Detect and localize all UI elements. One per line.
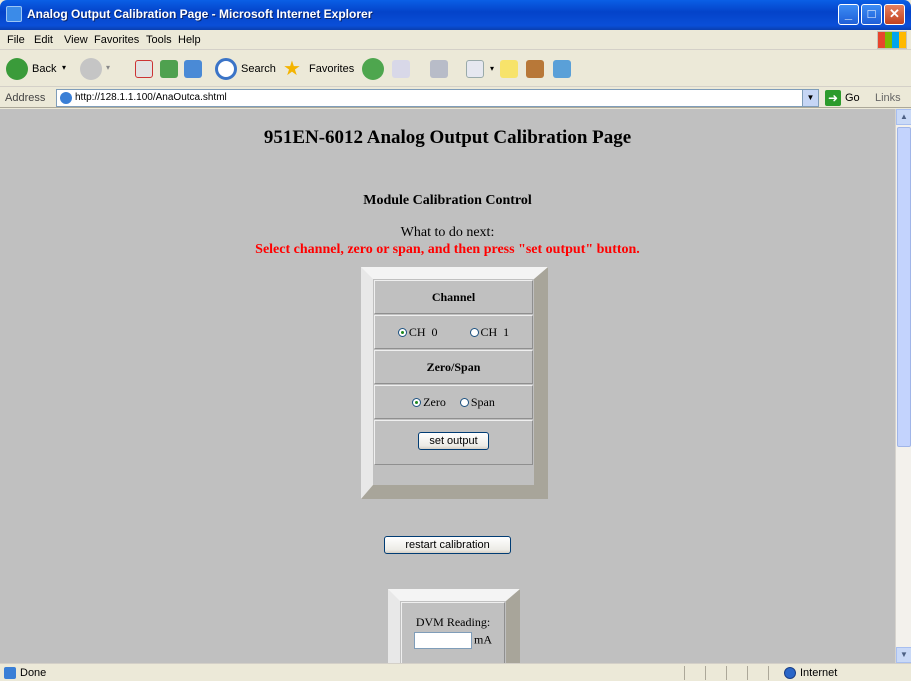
- discuss-icon[interactable]: [500, 60, 518, 78]
- search-label: Search: [241, 63, 276, 75]
- back-arrow-icon: [6, 58, 28, 80]
- zerospan-header: Zero/Span: [374, 350, 533, 384]
- menu-favorites[interactable]: Favorites: [94, 34, 139, 46]
- zero-option[interactable]: Zero: [412, 395, 446, 409]
- windows-logo-icon: [877, 31, 907, 49]
- status-bar: Done Internet: [0, 663, 911, 681]
- status-text: Done: [20, 667, 47, 679]
- address-label: Address: [5, 92, 46, 104]
- favorites-star-icon: ★: [283, 58, 301, 80]
- back-dropdown-icon[interactable]: ▾: [62, 63, 66, 72]
- security-zone: Internet: [800, 667, 838, 679]
- favorites-button[interactable]: ★ Favorites: [283, 58, 363, 80]
- refresh-icon[interactable]: [160, 60, 178, 78]
- next-step-label: What to do next:: [400, 225, 495, 240]
- ch0-label: CH 0: [408, 325, 438, 339]
- channel-header: Channel: [374, 280, 533, 314]
- dvm-reading-input[interactable]: [414, 632, 472, 649]
- address-dropdown-icon[interactable]: ▼: [802, 90, 818, 106]
- scroll-up-icon[interactable]: ▲: [896, 109, 911, 125]
- instruction-text: Select channel, zero or span, and then p…: [255, 242, 640, 257]
- print-icon[interactable]: [430, 60, 448, 78]
- window-title: Analog Output Calibration Page - Microso…: [27, 7, 373, 21]
- dvm-panel: DVM Reading: mA: [388, 589, 520, 663]
- maximize-button[interactable]: □: [861, 4, 882, 25]
- ch1-option[interactable]: CH 1: [469, 325, 510, 339]
- forward-arrow-icon: [80, 58, 102, 80]
- forward-dropdown-icon: ▾: [106, 63, 111, 72]
- section-title: Module Calibration Control: [363, 193, 532, 208]
- status-divider: [747, 666, 748, 680]
- minimize-button[interactable]: _: [838, 4, 859, 25]
- dvm-label: DVM Reading:: [415, 615, 491, 629]
- restart-calibration-button[interactable]: restart calibration: [384, 536, 511, 554]
- research-icon[interactable]: [526, 60, 544, 78]
- mail-icon[interactable]: [392, 60, 410, 78]
- toolbar: Back ▾ ▾ Search ★ Favorites ▾: [0, 51, 911, 87]
- search-button[interactable]: Search: [215, 58, 277, 80]
- zerospan-options: Zero Span: [374, 385, 533, 419]
- back-button[interactable]: Back ▾: [6, 58, 68, 80]
- span-label: Span: [470, 395, 495, 409]
- stop-icon[interactable]: [135, 60, 153, 78]
- favorites-label: Favorites: [309, 63, 355, 75]
- vertical-scrollbar[interactable]: ▲ ▼: [895, 109, 911, 663]
- ch1-radio[interactable]: [469, 328, 479, 337]
- channel-options: CH 0 CH 1: [374, 315, 533, 349]
- restart-row: restart calibration: [0, 536, 895, 554]
- status-divider: [768, 666, 769, 680]
- go-arrow-icon[interactable]: ➜: [825, 90, 841, 106]
- address-url: http://128.1.1.100/AnaOutca.shtml: [75, 92, 227, 103]
- menu-edit[interactable]: Edit: [34, 34, 53, 46]
- set-output-cell: set output: [374, 420, 533, 465]
- calibration-panel: Channel CH 0 CH 1 Zero/Span Zero Span se…: [361, 267, 548, 499]
- close-button[interactable]: ✕: [884, 4, 905, 25]
- set-output-button[interactable]: set output: [418, 432, 489, 450]
- history-icon[interactable]: [362, 58, 384, 80]
- calibration-table: Channel CH 0 CH 1 Zero/Span Zero Span se…: [374, 280, 533, 484]
- dvm-cell: DVM Reading: mA: [401, 602, 505, 663]
- zero-label: Zero: [423, 395, 446, 409]
- status-divider: [726, 666, 727, 680]
- go-button[interactable]: Go: [845, 92, 860, 104]
- menu-view[interactable]: View: [64, 34, 88, 46]
- span-radio[interactable]: [459, 398, 469, 407]
- messenger-icon[interactable]: [553, 60, 571, 78]
- status-divider: [684, 666, 685, 680]
- menu-help[interactable]: Help: [178, 34, 201, 46]
- ch0-radio[interactable]: [397, 328, 407, 337]
- address-input[interactable]: http://128.1.1.100/AnaOutca.shtml ▼: [56, 89, 819, 107]
- status-divider: [705, 666, 706, 680]
- menu-tools[interactable]: Tools: [146, 34, 172, 46]
- forward-button[interactable]: ▾: [80, 58, 120, 80]
- page-icon: [60, 92, 72, 104]
- span-option[interactable]: Span: [459, 395, 495, 409]
- scroll-down-icon[interactable]: ▼: [896, 647, 911, 663]
- ie-app-icon: [6, 6, 22, 22]
- links-button[interactable]: Links: [875, 92, 901, 104]
- zero-radio[interactable]: [412, 398, 422, 407]
- page-content: 951EN-6012 Analog Output Calibration Pag…: [0, 109, 895, 663]
- title-bar: Analog Output Calibration Page - Microso…: [0, 0, 911, 30]
- edit-icon[interactable]: [466, 60, 484, 78]
- search-icon: [215, 58, 237, 80]
- internet-zone-icon: [784, 667, 796, 679]
- menu-file[interactable]: File: [7, 34, 25, 46]
- home-icon[interactable]: [184, 60, 202, 78]
- menu-bar: File Edit View Favorites Tools Help: [0, 30, 911, 50]
- scroll-thumb[interactable]: [897, 127, 911, 447]
- page-title: 951EN-6012 Analog Output Calibration Pag…: [263, 127, 632, 148]
- ch0-option[interactable]: CH 0: [397, 325, 438, 339]
- back-label: Back: [32, 63, 57, 75]
- page-done-icon: [4, 667, 16, 679]
- ch1-label: CH 1: [480, 325, 510, 339]
- dvm-unit: mA: [474, 632, 492, 647]
- edit-dropdown-icon[interactable]: ▾: [490, 64, 494, 73]
- address-bar: Address http://128.1.1.100/AnaOutca.shtm…: [0, 88, 911, 108]
